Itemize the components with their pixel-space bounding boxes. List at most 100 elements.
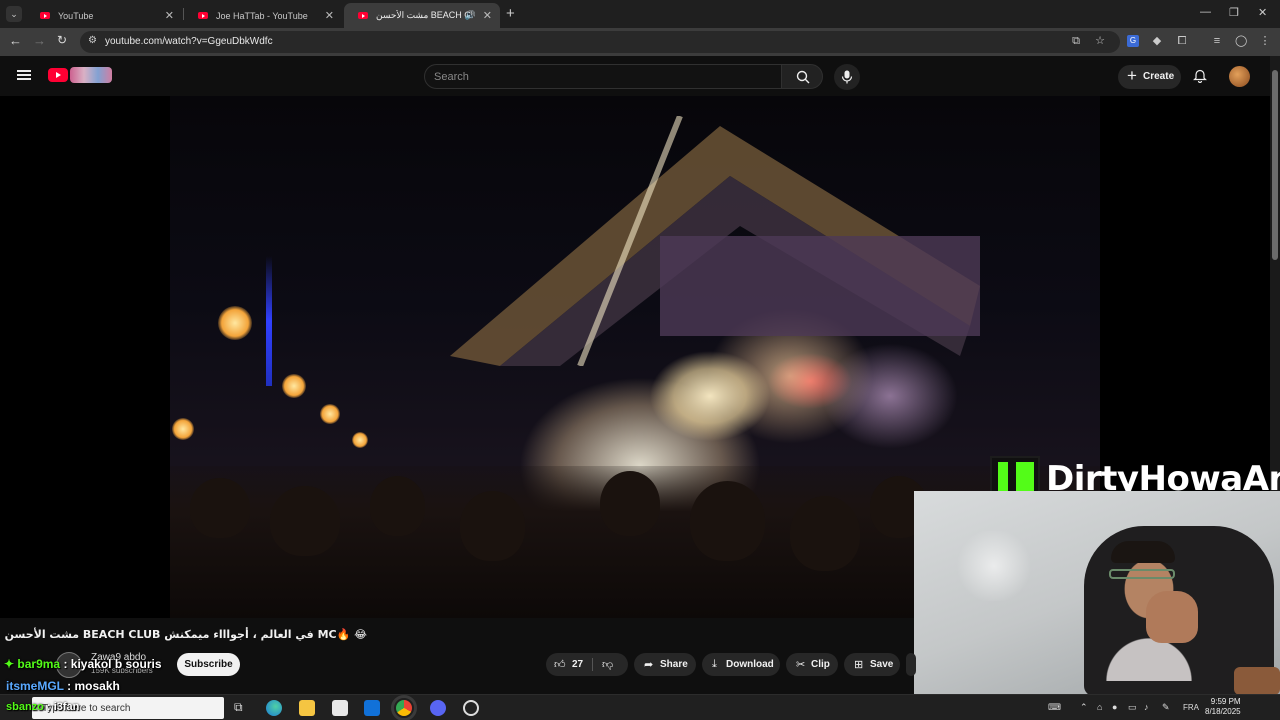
- obs-icon[interactable]: [463, 700, 479, 716]
- chat-username: bar9ma: [17, 657, 61, 671]
- install-app-icon[interactable]: ⧉: [1070, 35, 1082, 47]
- edge-icon[interactable]: [266, 700, 282, 716]
- chrome-icon[interactable]: [391, 695, 417, 720]
- string-light: [282, 374, 306, 398]
- youtube-logo-icon[interactable]: [48, 68, 68, 82]
- discord-icon[interactable]: [430, 700, 446, 716]
- url-text: youtube.com/watch?v=GgeuDbkWdfc: [105, 36, 273, 47]
- minimize-icon[interactable]: —: [1200, 6, 1211, 18]
- extension-diamond-icon[interactable]: ◆: [1151, 35, 1163, 47]
- like-count: 27: [572, 659, 584, 670]
- pen-icon[interactable]: ✎: [1162, 702, 1170, 713]
- close-tab-icon[interactable]: ✕: [483, 9, 492, 22]
- keyboard-icon[interactable]: ⌨: [1048, 702, 1061, 713]
- reading-list-icon[interactable]: ≡: [1211, 35, 1223, 47]
- audio-playing-icon[interactable]: 🔊: [465, 10, 476, 21]
- address-bar[interactable]: ⚙ youtube.com/watch?v=GgeuDbkWdfc ⧉ ☆: [80, 31, 1120, 53]
- extensions-puzzle-icon[interactable]: ⧠: [1176, 35, 1188, 47]
- reload-icon[interactable]: ↻: [57, 33, 67, 47]
- blue-light-beam: [266, 256, 272, 386]
- file-explorer-icon[interactable]: [299, 700, 315, 716]
- subscribe-button[interactable]: Subscribe: [177, 653, 240, 676]
- create-button[interactable]: + Create: [1118, 65, 1181, 89]
- store-icon[interactable]: [332, 700, 348, 716]
- scrollbar-thumb[interactable]: [1272, 70, 1278, 260]
- restore-icon[interactable]: ❐: [1229, 6, 1239, 19]
- youtube-header: + Create: [0, 56, 1270, 96]
- club-roof-graphic: [450, 116, 980, 366]
- chat-username: sbanzo: [6, 701, 44, 713]
- forward-icon[interactable]: →: [33, 33, 46, 48]
- string-light: [172, 418, 194, 440]
- tab-joe-hattab[interactable]: Joe HaTTab - YouTube ✕: [184, 3, 342, 28]
- tray-expand-icon[interactable]: ⌃: [1080, 702, 1088, 713]
- tab-title: Joe HaTTab - YouTube: [216, 10, 308, 21]
- hamburger-menu-icon[interactable]: [17, 70, 31, 80]
- save-button[interactable]: ⊞ Save: [844, 653, 900, 676]
- tab-youtube[interactable]: YouTube ✕: [26, 3, 182, 28]
- tab-title: مشت الأحسن BEACH CLUB: [376, 10, 472, 20]
- download-button[interactable]: ⤓ Download: [702, 653, 780, 676]
- chat-text: kiyakol b souris: [70, 657, 162, 671]
- notifications-bell-icon[interactable]: [1193, 69, 1207, 83]
- tab-title: YouTube: [58, 10, 94, 21]
- string-light: [320, 404, 340, 424]
- youtube-favicon-icon: [198, 12, 208, 19]
- microphone-icon: [841, 70, 853, 84]
- tab-search-button[interactable]: ⌄: [6, 6, 22, 22]
- outlook-icon[interactable]: [364, 700, 380, 716]
- like-button[interactable]: 👍︎: [554, 658, 566, 671]
- share-button[interactable]: ➦ Share: [634, 653, 696, 676]
- clock-time: 9:59 PM: [1210, 697, 1241, 706]
- taskbar-clock[interactable]: 9:59 PM 8/18/2025: [1205, 697, 1241, 717]
- scissors-icon: ✂: [796, 659, 806, 671]
- download-icon: ⤓: [712, 658, 717, 670]
- dislike-button[interactable]: 👎︎: [602, 658, 613, 671]
- video-title: 😂 🔥MC في العالم ، أجواااء ميمكنش BEACH C…: [4, 628, 367, 641]
- search-input[interactable]: [434, 69, 734, 85]
- string-light: [218, 306, 252, 340]
- browser-tab-strip: ⌄ YouTube ✕ Joe HaTTab - YouTube ✕ مشت ا…: [0, 0, 1280, 28]
- windows-taskbar: Type here to search ⧉ ⌨ ⌃ ⌂ ● ▭ ♪ ✎ FRA …: [0, 694, 1280, 720]
- browser-toolbar: ← → ↻ ⚙ youtube.com/watch?v=GgeuDbkWdfc …: [0, 28, 1280, 56]
- search-box: [424, 64, 782, 89]
- translate-extension-icon[interactable]: G: [1127, 35, 1139, 47]
- profile-icon[interactable]: ◯: [1235, 35, 1247, 47]
- close-window-icon[interactable]: ✕: [1258, 6, 1267, 19]
- more-actions-button[interactable]: [906, 653, 916, 676]
- youtube-favicon-icon: [40, 12, 50, 19]
- chat-message: sbanzo : i3fan: [6, 701, 80, 713]
- voice-search-button[interactable]: [834, 64, 860, 90]
- new-tab-button[interactable]: +: [506, 5, 515, 22]
- menu-kebab-icon[interactable]: ⋮: [1259, 35, 1271, 47]
- chat-message: itsmeMGL : mosakh: [6, 679, 120, 693]
- bookmark-star-icon[interactable]: ☆: [1094, 35, 1106, 47]
- chat-username: itsmeMGL: [6, 679, 64, 693]
- tab-beach-club[interactable]: مشت الأحسن BEACH CLUB 🔊 ✕: [344, 3, 500, 28]
- youtube-doodle[interactable]: [70, 67, 112, 83]
- youtube-favicon-icon: [358, 12, 368, 19]
- site-info-icon[interactable]: ⚙: [88, 35, 97, 46]
- search-button[interactable]: [781, 64, 823, 89]
- user-avatar[interactable]: [1229, 66, 1250, 87]
- like-dislike-bar: 👍︎ 27 👎︎: [546, 653, 628, 676]
- task-view-icon[interactable]: ⧉: [234, 700, 243, 715]
- network-icon[interactable]: ⌂: [1097, 702, 1102, 712]
- chat-badge-icon: ✦: [4, 657, 15, 671]
- plus-icon: +: [1127, 66, 1137, 85]
- mic-tray-icon[interactable]: ●: [1112, 702, 1117, 712]
- back-icon[interactable]: ←: [9, 33, 22, 48]
- chat-message: ✦ bar9ma : kiyakol b souris: [4, 657, 162, 671]
- close-tab-icon[interactable]: ✕: [165, 9, 174, 22]
- chat-text: mosakh: [74, 679, 120, 693]
- save-icon: ⊞: [854, 659, 864, 671]
- close-tab-icon[interactable]: ✕: [325, 9, 334, 22]
- clip-button[interactable]: ✂ Clip: [786, 653, 838, 676]
- volume-icon[interactable]: ♪: [1144, 702, 1149, 712]
- mini-webcam-thumb: [1234, 667, 1280, 694]
- share-icon: ➦: [644, 659, 654, 671]
- string-light: [352, 432, 368, 448]
- input-language[interactable]: FRA: [1183, 703, 1199, 712]
- display-icon[interactable]: ▭: [1128, 702, 1137, 713]
- chat-text: i3fan: [53, 701, 80, 713]
